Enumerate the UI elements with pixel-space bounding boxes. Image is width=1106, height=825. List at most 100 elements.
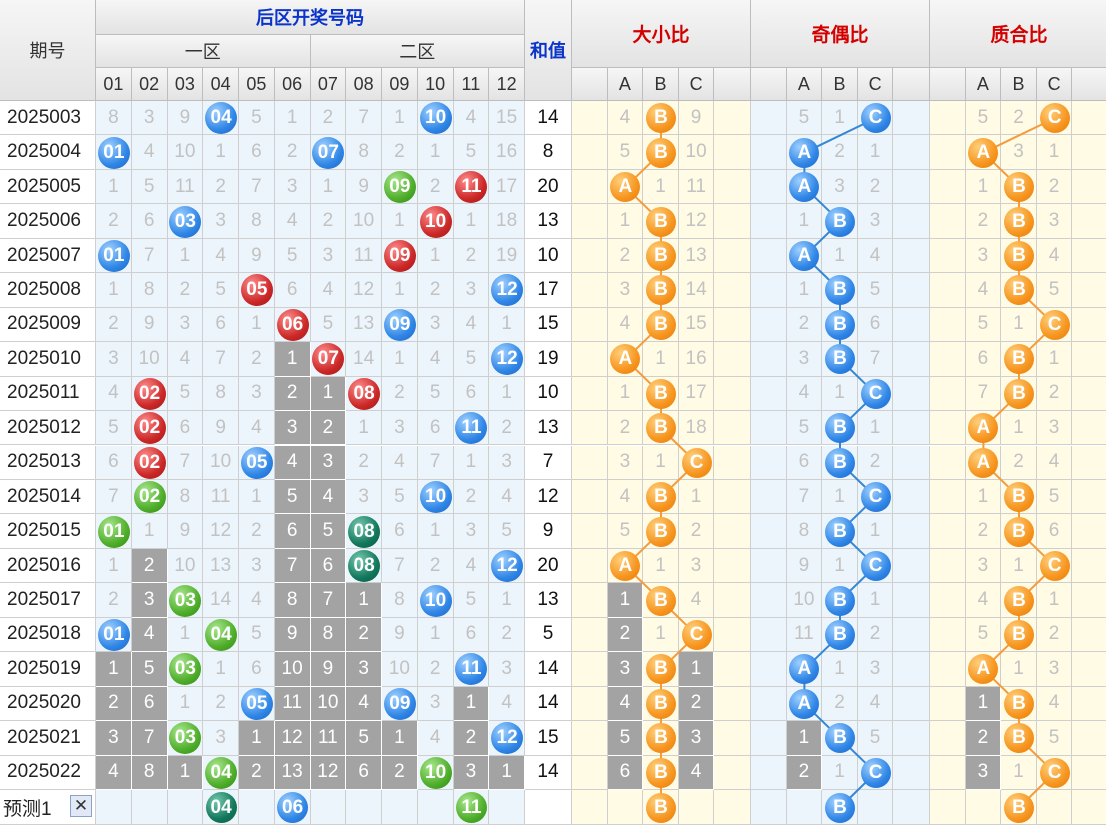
number-cell: 7 [203, 342, 239, 377]
omission-streak-cell: 8 [131, 755, 168, 790]
ratio-cell [1072, 307, 1106, 343]
ratio-cell [572, 755, 608, 790]
number-cell: 2 [382, 376, 418, 412]
number-cell: 6 [453, 376, 490, 412]
ratio-cell [751, 445, 787, 480]
period-cell: 2025011 [0, 376, 96, 412]
ratio-cell: 4 [965, 273, 1002, 308]
drawn-number-ball: 08 [348, 515, 381, 548]
sum-cell: 9 [525, 514, 572, 549]
ratio-cell [893, 445, 930, 480]
sum-cell: 14 [525, 101, 572, 136]
number-cell: 1 [382, 273, 418, 308]
ratio-cell: 1 [678, 479, 715, 515]
sum-cell: 13 [525, 204, 572, 239]
ratio-omission-cell: 2 [965, 721, 1002, 756]
ratio-cell [930, 169, 966, 205]
ratio-cell [751, 479, 787, 515]
drawn-number-ball: 02 [133, 481, 166, 514]
number-cell: 5 [274, 238, 311, 274]
ratio-cell: 1 [1001, 755, 1037, 790]
number-cell: 6 [382, 514, 418, 549]
ratio-cell: 4 [1036, 445, 1073, 480]
number-cell: 6 [274, 273, 311, 308]
ratio-cell: 1 [822, 376, 858, 412]
ratio-cell [893, 135, 930, 170]
ratio-cell [930, 307, 966, 343]
ratio-cell [930, 411, 966, 446]
ratio-cell: 3 [857, 204, 894, 239]
prediction-ratio-cell [893, 790, 930, 825]
number-cell: 2 [489, 411, 525, 446]
number-cell: 4 [203, 238, 239, 274]
ratio-subheader: B [822, 68, 858, 101]
number-column-header: 06 [274, 68, 311, 101]
predicted-number-ball: 04 [205, 792, 237, 823]
number-cell: 5 [310, 307, 347, 343]
number-cell: 4 [382, 445, 418, 480]
drawn-number-ball: 10 [419, 102, 452, 135]
ratio-omission-cell: 1 [965, 686, 1002, 722]
ratio-cell: 1 [822, 548, 858, 584]
lottery-trend-chart: 期号 后区开奖号码 一区 二区 01 02 03 04 05 06 07 08 09 10 11 12 和值 大小… [0, 0, 1106, 825]
predicted-ratio-ball: B [825, 792, 855, 823]
ratio-group-header: 大小比 [572, 0, 751, 68]
ratio-cell [751, 514, 787, 549]
ratio-subheader: C [857, 68, 894, 101]
ratio-ball: B [646, 206, 676, 237]
predicted-ratio-ball: B [646, 792, 676, 823]
omission-streak-cell: 3 [453, 755, 490, 790]
number-cell: 9 [167, 514, 204, 549]
ratio-cell [893, 238, 930, 274]
number-cell: 4 [417, 342, 454, 377]
prediction-ratio-cell [751, 790, 787, 825]
ratio-ball: C [860, 757, 891, 788]
number-cell: 2 [417, 273, 454, 308]
ratio-ball: B [646, 378, 676, 409]
number-cell: 10 [203, 445, 239, 480]
ratio-ball: B [825, 309, 855, 340]
number-cell: 3 [417, 686, 454, 722]
number-cell: 8 [239, 204, 275, 239]
ratio-cell: 2 [678, 514, 715, 549]
drawn-number-ball: 01 [97, 618, 130, 651]
sum-cell: 14 [525, 686, 572, 722]
number-cell: 3 [489, 445, 525, 480]
ratio-cell [714, 652, 751, 687]
ratio-cell: 1 [1001, 652, 1037, 687]
prediction-ratio-cell [930, 790, 966, 825]
drawn-number-ball: 04 [205, 618, 238, 651]
number-cell: 11 [167, 169, 204, 205]
ratio-cell: 5 [1036, 721, 1073, 756]
ratio-cell: 4 [786, 376, 823, 412]
ratio-cell: 1 [857, 135, 894, 170]
number-cell: 6 [239, 135, 275, 170]
omission-streak-cell: 10 [310, 686, 347, 722]
ratio-cell [893, 307, 930, 343]
ratio-cell [893, 411, 930, 446]
sum-cell: 17 [525, 273, 572, 308]
number-cell: 9 [203, 411, 239, 446]
ratio-cell: 4 [1036, 238, 1073, 274]
ratio-ball: B [825, 585, 855, 616]
number-cell: 2 [203, 686, 239, 722]
ratio-cell: 6 [1036, 514, 1073, 549]
ratio-cell: 2 [1036, 617, 1073, 653]
ratio-cell [572, 135, 608, 170]
ratio-ball: C [1039, 551, 1070, 582]
ratio-cell: 18 [678, 411, 715, 446]
number-column-header: 12 [489, 68, 525, 101]
ratio-ball: B [1004, 516, 1034, 547]
number-cell: 3 [203, 721, 239, 756]
ratio-cell: 2 [965, 514, 1002, 549]
close-prediction-button[interactable]: ✕ [70, 795, 92, 817]
ratio-group-header: 奇偶比 [751, 0, 930, 68]
ratio-cell: 1 [643, 445, 679, 480]
drawn-number-ball: 10 [419, 584, 452, 617]
omission-streak-cell: 1 [96, 652, 132, 687]
number-cell: 4 [274, 204, 311, 239]
omission-streak-cell: 4 [131, 617, 168, 653]
number-cell: 1 [239, 307, 275, 343]
omission-streak-cell: 6 [310, 548, 347, 584]
ratio-cell: 1 [857, 411, 894, 446]
